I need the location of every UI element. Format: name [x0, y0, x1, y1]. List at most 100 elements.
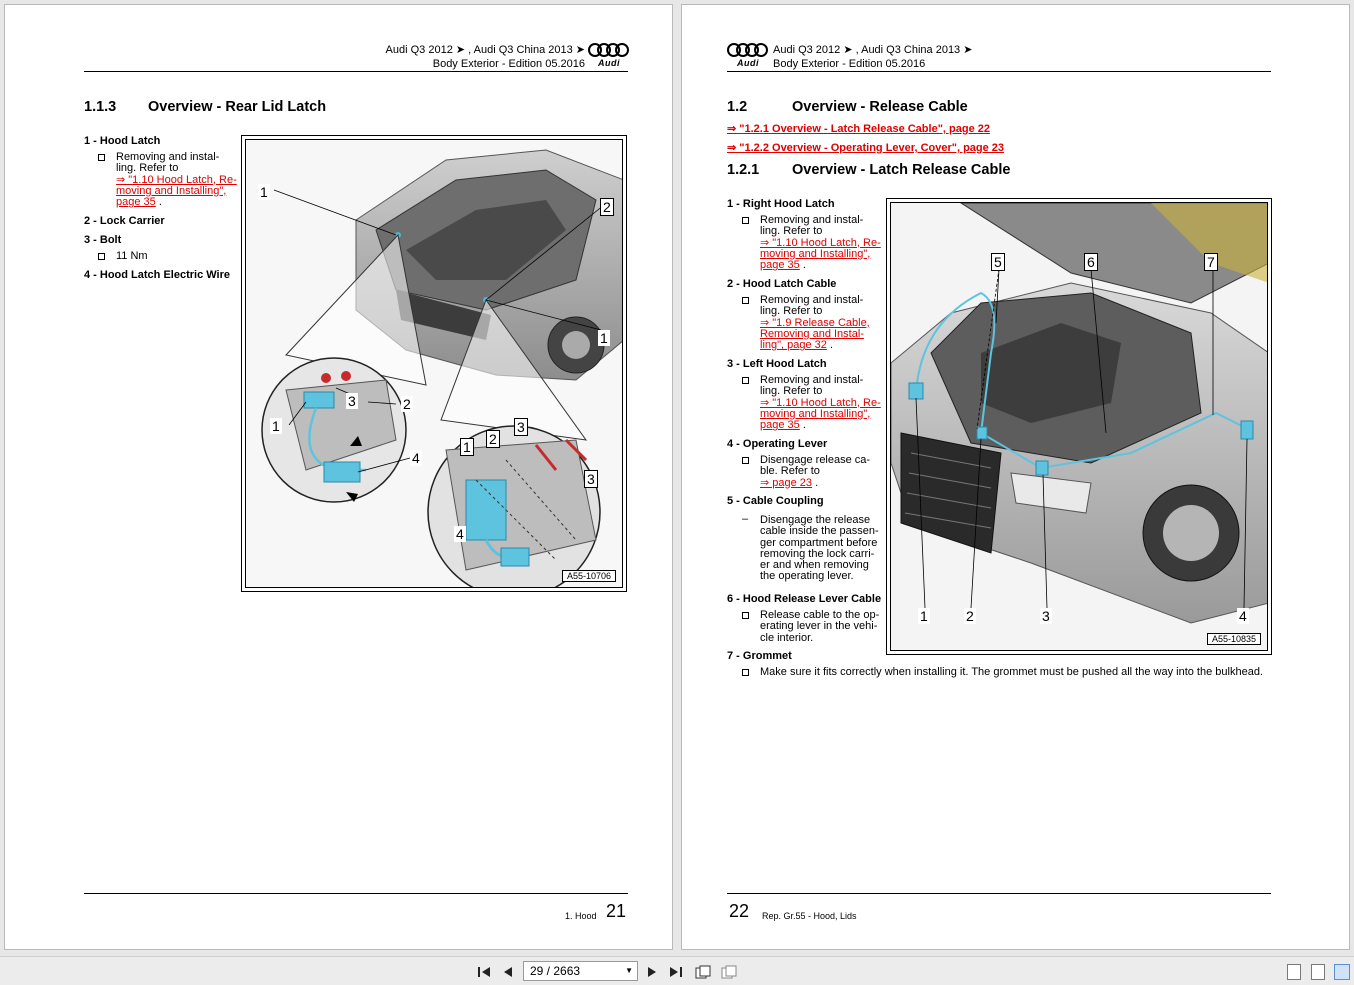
footer-chapter: Rep. Gr.55 - Hood, Lids	[762, 911, 857, 921]
item-heading: 4 - Hood Latch Electric Wire	[84, 269, 230, 281]
footer-rule	[84, 893, 628, 894]
checkbox-bullet-icon	[742, 457, 749, 464]
item-text: Removing and instal- ling. Refer to ⇒ "1…	[760, 214, 882, 272]
callout-3: 3	[514, 418, 528, 436]
item-text: Release cable to the op- erating lever i…	[760, 609, 880, 644]
item-text: Disengage release ca- ble. Refer to ⇒ pa…	[760, 454, 882, 489]
callout-7: 7	[1204, 253, 1218, 271]
item-heading: 1 - Hood Latch	[84, 135, 161, 147]
section-number: 1.2	[727, 99, 748, 115]
xref-link[interactable]: ⇒ "1.2.2 Overview - Operating Lever, Cov…	[727, 141, 1004, 154]
callout-2: 2	[401, 396, 413, 412]
checkbox-bullet-icon	[98, 154, 105, 161]
page-number: 21	[606, 901, 627, 921]
callout-2: 2	[600, 198, 614, 216]
checkbox-bullet-icon	[98, 253, 105, 260]
item-heading: 6 - Hood Release Lever Cable	[727, 593, 882, 605]
header-line1: Audi Q3 2012 ➤ , Audi Q3 China 2013 ➤	[773, 44, 973, 56]
header-line2: Body Exterior - Edition 05.2016	[432, 58, 585, 70]
prev-page-icon[interactable]	[500, 963, 516, 981]
checkbox-bullet-icon	[742, 669, 749, 676]
footer-chapter: 1. Hood	[565, 911, 597, 921]
header-rule	[84, 71, 628, 72]
item-suffix: .	[829, 339, 834, 352]
subsection-number: 1.2.1	[727, 162, 760, 178]
chevron-down-icon[interactable]: ▼	[625, 962, 633, 980]
page-number-input[interactable]: 29 / 2663 ▼	[523, 961, 638, 981]
two-page-icon[interactable]	[1334, 964, 1350, 980]
callout-3: 3	[584, 470, 598, 488]
item-suffix: .	[815, 476, 819, 489]
footer-rule	[727, 893, 1271, 894]
callout-2: 2	[486, 430, 500, 448]
item-text: Disengage the release cable inside the p…	[760, 514, 879, 583]
item-body: Removing and instal- ling. Refer to	[760, 374, 864, 398]
audi-logo: Audi	[727, 43, 769, 68]
page-header: Audi Q3 2012 ➤ , Audi Q3 China 2013 ➤ Bo…	[375, 43, 585, 71]
subsection-title: Overview - Latch Release Cable	[792, 162, 1011, 178]
xref-link[interactable]: ⇒ page 23	[760, 477, 812, 489]
item-heading: 5 - Cable Coupling	[727, 495, 824, 507]
section-title: Overview - Rear Lid Latch	[148, 99, 327, 115]
callout-1: 1	[270, 418, 282, 434]
continuous-icon[interactable]	[1311, 964, 1325, 980]
callout-4: 4	[1237, 608, 1249, 624]
right-page: Audi Audi Q3 2012 ➤ , Audi Q3 China 2013…	[681, 4, 1350, 950]
callout-2: 2	[964, 608, 976, 624]
callout-1: 1	[918, 608, 930, 624]
first-page-icon[interactable]	[476, 963, 492, 981]
last-page-icon[interactable]	[668, 963, 684, 981]
figure-label: A55-10706	[561, 570, 616, 582]
item-suffix: .	[802, 259, 806, 272]
checkbox-bullet-icon	[742, 377, 749, 384]
callout-4: 4	[454, 526, 466, 542]
dash-bullet: –	[742, 513, 749, 525]
item-suffix: .	[158, 196, 162, 209]
item-text: 11 Nm	[116, 250, 148, 262]
xref-link[interactable]: ⇒ "1.10 Hood Latch, Re- moving and Insta…	[760, 397, 881, 432]
item-heading: 3 - Bolt	[84, 234, 122, 246]
callout-1: 1	[258, 184, 270, 200]
header-rule	[727, 71, 1271, 72]
car-illustration	[246, 140, 622, 587]
item-heading: 7 - Grommet	[727, 650, 792, 662]
next-page-icon[interactable]	[644, 963, 660, 981]
single-page-icon[interactable]	[1287, 964, 1301, 980]
figure-latch-release-cable: 5 6 7 1 2 3 4 A55-10835	[886, 198, 1272, 655]
item-text: Removing and instal- ling. Refer to ⇒ "1…	[760, 374, 882, 432]
item-heading: 3 - Left Hood Latch	[727, 358, 827, 370]
item-text: Removing and instal- ling. Refer to ⇒ "1…	[760, 294, 882, 352]
figure-rear-lid-latch: 1 2 3 2 1 4 1 2 3 3 4 1 A55-10706	[241, 135, 627, 592]
item-heading: 2 - Hood Latch Cable	[727, 278, 837, 290]
xref-link[interactable]: ⇒ "1.9 Release Cable, Removing and Insta…	[760, 317, 870, 352]
callout-6: 6	[1084, 253, 1098, 271]
item-body: Removing and instal- ling. Refer to	[760, 294, 864, 318]
xref-link[interactable]: ⇒ "1.10 Hood Latch, Re- moving and Insta…	[116, 174, 237, 209]
audi-logo: Audi	[588, 43, 630, 68]
item-suffix: .	[802, 419, 806, 432]
page-header: Audi Q3 2012 ➤ , Audi Q3 China 2013 ➤ Bo…	[773, 43, 972, 71]
item-body: Removing and instal- ling. Refer to	[760, 214, 864, 238]
header-line1: Audi Q3 2012 ➤ , Audi Q3 China 2013 ➤	[385, 44, 585, 56]
left-page: Audi Q3 2012 ➤ , Audi Q3 China 2013 ➤ Bo…	[4, 4, 673, 950]
page-layout-icon[interactable]	[694, 963, 712, 981]
checkbox-bullet-icon	[742, 612, 749, 619]
item-text: Make sure it fits correctly when install…	[760, 666, 1263, 678]
section-number: 1.1.3	[84, 99, 117, 115]
fit-icon[interactable]	[720, 963, 738, 981]
section-title: Overview - Release Cable	[792, 99, 968, 115]
viewer-toolbar: 29 / 2663 ▼	[0, 956, 1354, 985]
xref-link[interactable]: ⇒ "1.10 Hood Latch, Re- moving and Insta…	[760, 237, 881, 272]
item-heading: 2 - Lock Carrier	[84, 215, 165, 227]
item-body: Disengage release ca- ble. Refer to	[760, 454, 871, 478]
item-text: Removing and instal- ling. Refer to ⇒ "1…	[116, 151, 238, 209]
callout-3: 3	[346, 393, 358, 409]
item-body: Removing and instal- ling. Refer to	[116, 151, 220, 175]
checkbox-bullet-icon	[742, 297, 749, 304]
xref-link[interactable]: ⇒ "1.2.1 Overview - Latch Release Cable"…	[727, 122, 990, 135]
logo-text: Audi	[598, 58, 620, 68]
callout-5: 5	[991, 253, 1005, 271]
item-heading: 4 - Operating Lever	[727, 438, 828, 450]
item-heading: 1 - Right Hood Latch	[727, 198, 835, 210]
logo-text: Audi	[737, 58, 759, 68]
